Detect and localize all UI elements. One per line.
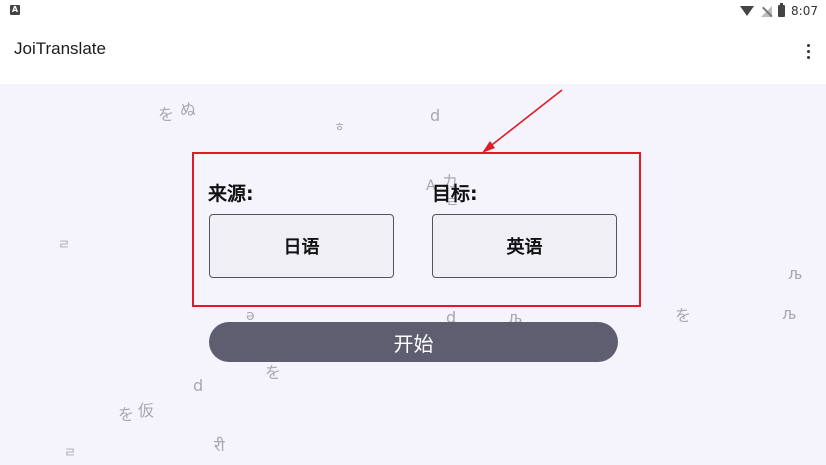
annotation-arrow xyxy=(482,89,563,153)
